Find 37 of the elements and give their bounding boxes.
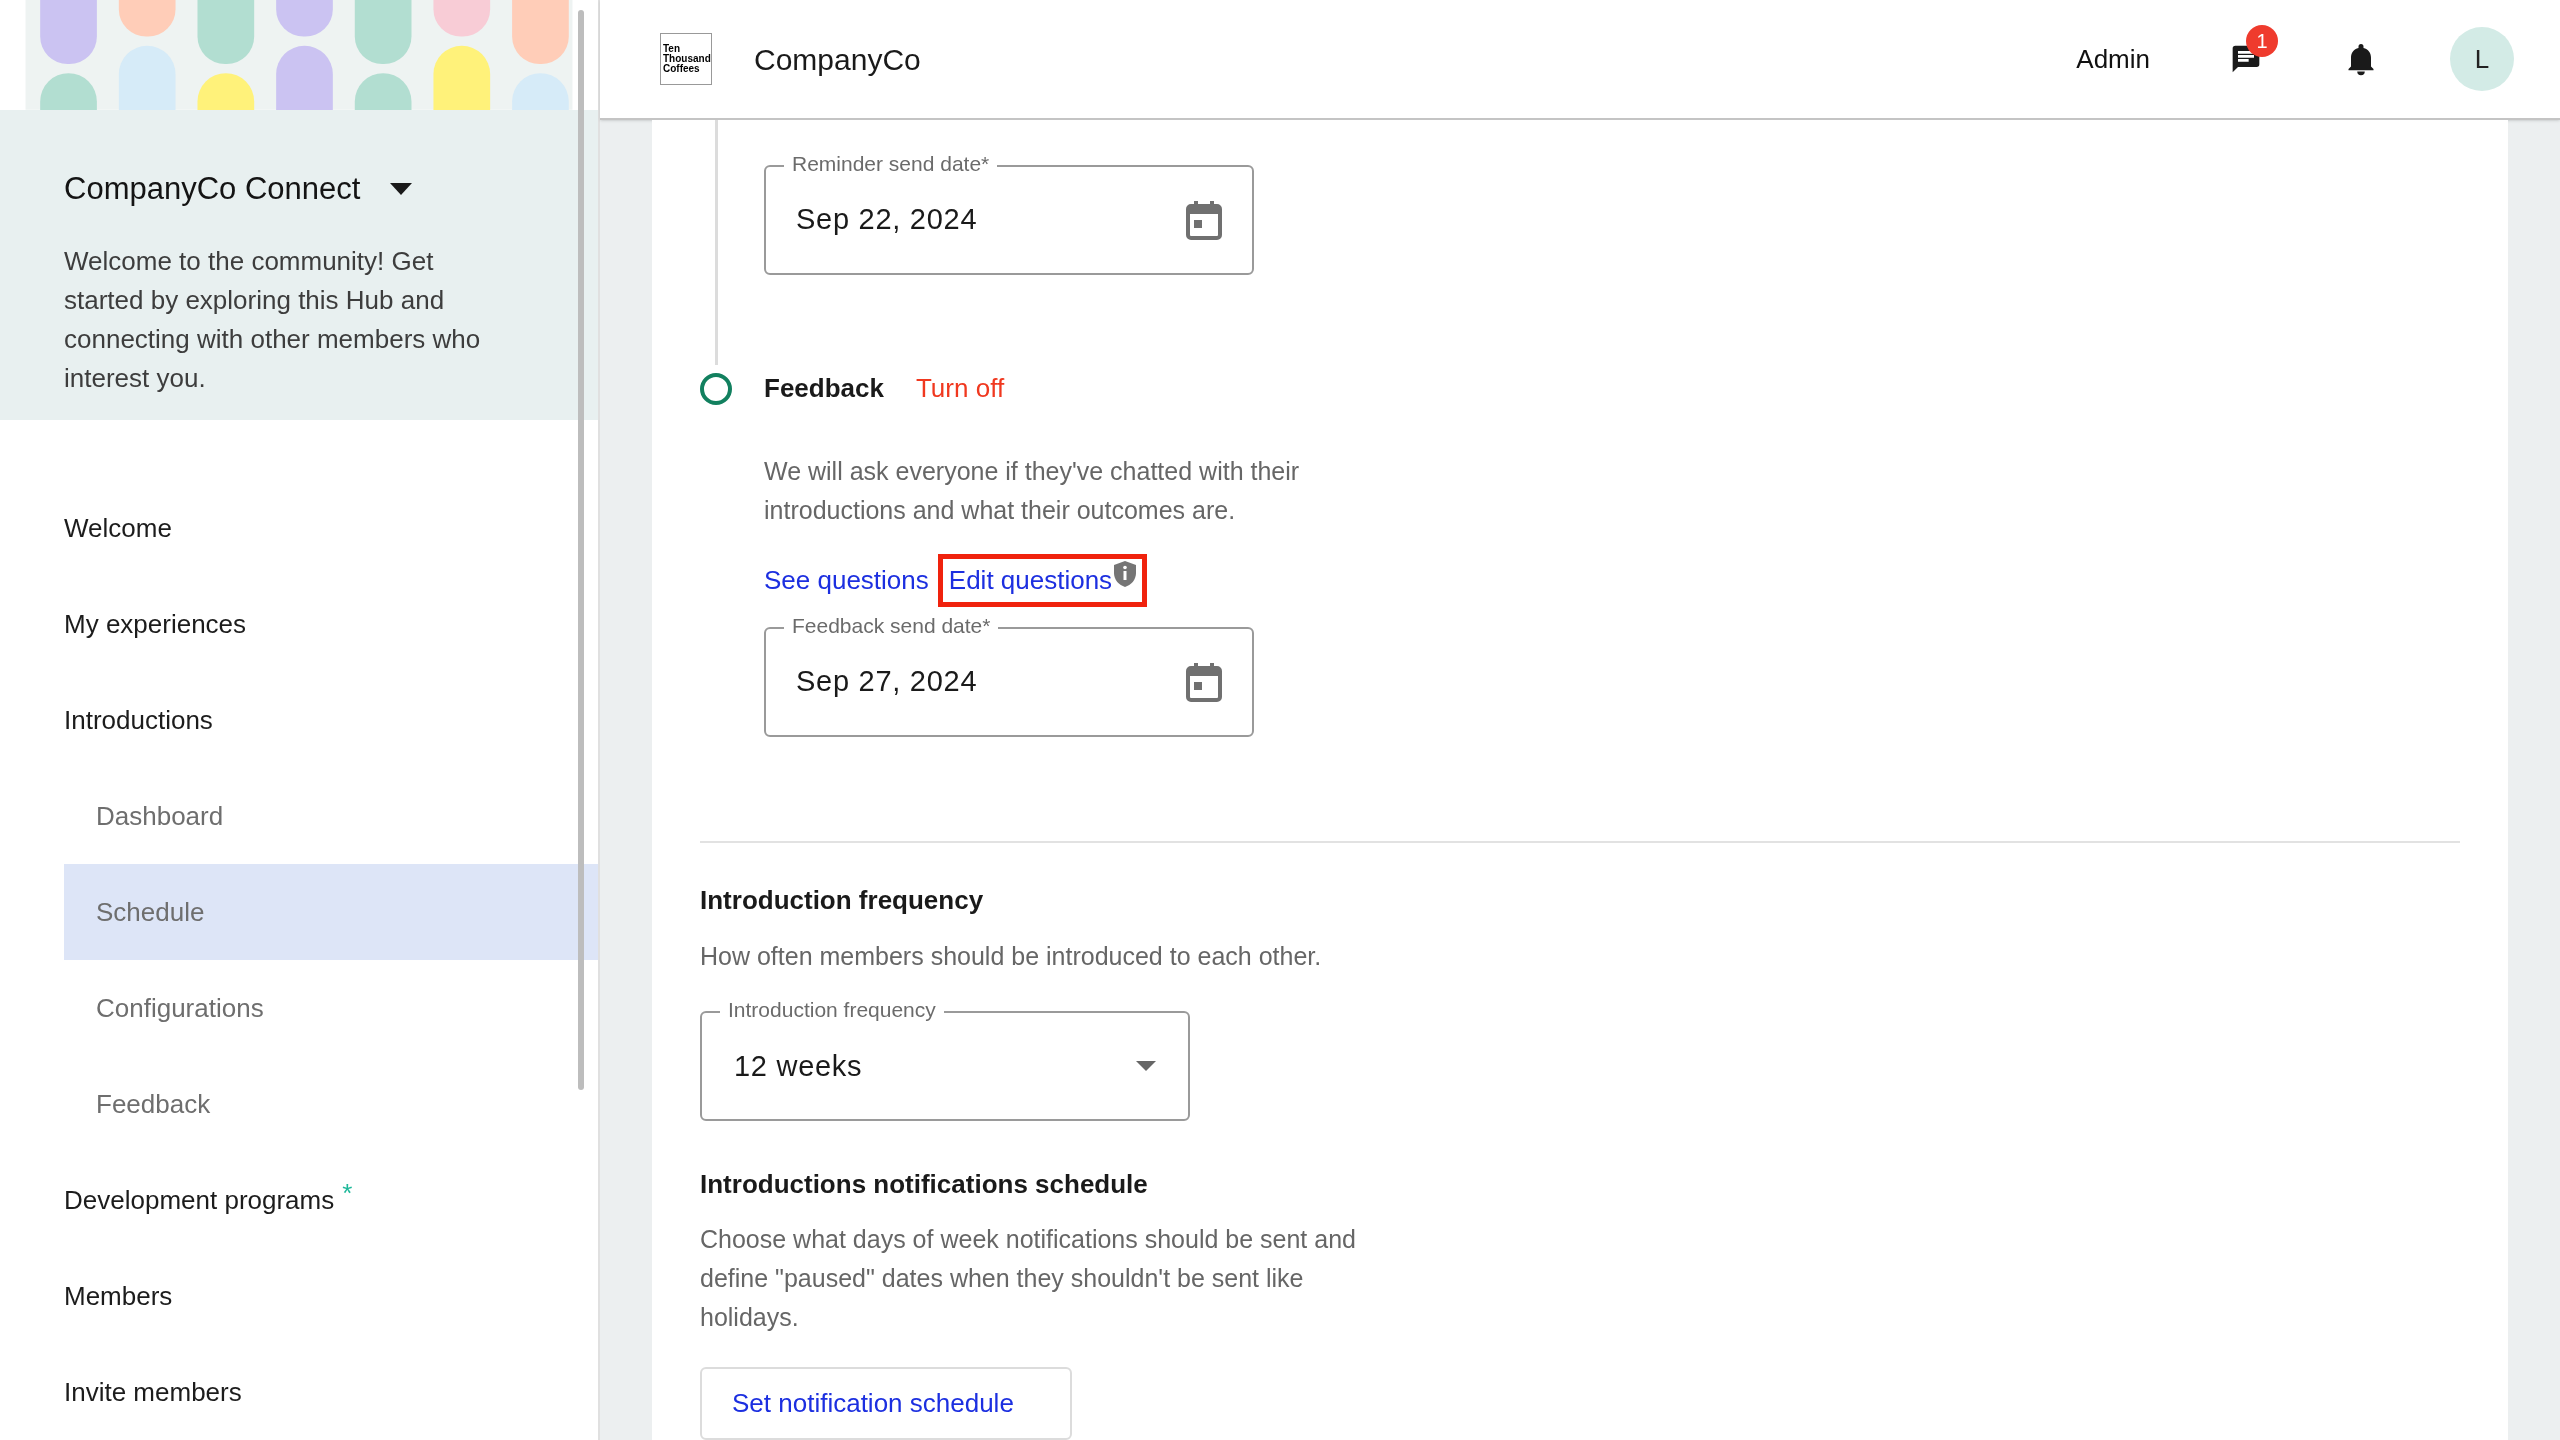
sidebar-item[interactable]: Members <box>64 1248 598 1344</box>
section-heading: Introduction frequency <box>700 883 985 917</box>
user-avatar[interactable]: L <box>2450 27 2514 91</box>
field-value: Sep 22, 2024 <box>796 202 978 238</box>
company-logo[interactable]: Ten Thousand Coffees <box>660 33 712 85</box>
step-description: We will ask everyone if they've chatted with their introductions and what their outcomes are. <box>764 456 1301 526</box>
calendar-icon[interactable] <box>1186 662 1222 702</box>
dropdown-caret-icon <box>1136 1061 1156 1072</box>
sidebar-item[interactable]: Configurations <box>64 960 598 1056</box>
sidebar-item[interactable]: Schedule <box>64 864 598 960</box>
field-value: Sep 27, 2024 <box>796 664 978 700</box>
questions-link[interactable]: Edit questions <box>948 561 1113 600</box>
sidebar-item[interactable]: Introductions <box>64 672 598 768</box>
bell-icon[interactable] <box>2346 42 2376 76</box>
section-description: How often members should be introduced to each other. <box>700 940 1323 972</box>
dropdown-caret-icon[interactable] <box>390 183 413 195</box>
notification-count: 1 <box>2246 25 2278 57</box>
questions-link[interactable]: See questions <box>764 561 929 600</box>
community-title: CompanyCo Connect <box>64 169 361 208</box>
sidebar-item[interactable]: My experiences <box>64 576 598 672</box>
new-indicator: * <box>342 1176 353 1210</box>
turn-off-link[interactable]: Turn off <box>915 369 1005 408</box>
calendar-icon[interactable] <box>1186 200 1222 240</box>
role-label[interactable]: Admin <box>2076 39 2150 79</box>
step-title: Feedback <box>764 372 884 405</box>
field-value: 12 weeks <box>734 1048 863 1084</box>
sidebar-item[interactable]: Feedback <box>64 1056 598 1152</box>
community-description: Welcome to the community! Get started by exploring this Hub and connecting with other members who interest you. <box>64 245 482 396</box>
section-heading: Introductions notifications schedule <box>700 1168 1149 1202</box>
company-name: CompanyCo <box>754 41 921 78</box>
sidebar-item[interactable]: Invite members <box>64 1344 598 1440</box>
sidebar-item[interactable]: Welcome <box>64 480 598 576</box>
scrollbar[interactable] <box>578 10 584 1090</box>
sidebar-item[interactable]: Dashboard <box>64 768 598 864</box>
set-schedule-button[interactable]: Set notification schedule <box>700 1367 1072 1440</box>
section-description: Choose what days of week notifications should be sent and define "paused" dates when they shouldn't be sent like holidays. <box>700 1224 1357 1334</box>
sidebar-item[interactable]: Development programs * <box>64 1152 598 1248</box>
